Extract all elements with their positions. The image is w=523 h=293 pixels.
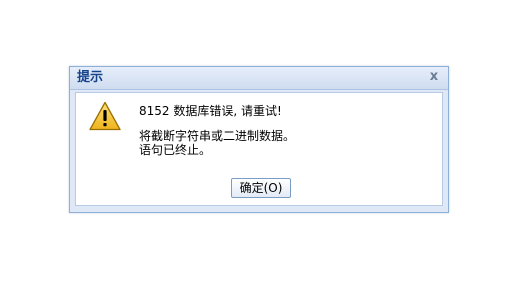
ok-button[interactable]: 确定(O) xyxy=(231,178,291,198)
dialog-body: 8152 数据库错误, 请重试! 将截断字符串或二进制数据。 语句已终止。 确定… xyxy=(75,92,443,206)
warning-icon xyxy=(89,101,121,131)
error-dialog: 提示 x 8152 数据库错误, 请重试! 将截断字符串或二进制数据。 语句已终… xyxy=(69,66,449,213)
error-message: 8152 数据库错误, 请重试! xyxy=(139,104,282,118)
status-message: 语句已终止。 xyxy=(139,143,212,157)
close-icon[interactable]: x xyxy=(426,69,442,85)
message-block: 8152 数据库错误, 请重试! 将截断字符串或二进制数据。 语句已终止。 xyxy=(139,104,434,157)
dialog-titlebar[interactable]: 提示 x xyxy=(70,67,448,90)
dialog-title: 提示 xyxy=(77,70,104,85)
detail-message: 将截断字符串或二进制数据。 xyxy=(139,129,296,143)
